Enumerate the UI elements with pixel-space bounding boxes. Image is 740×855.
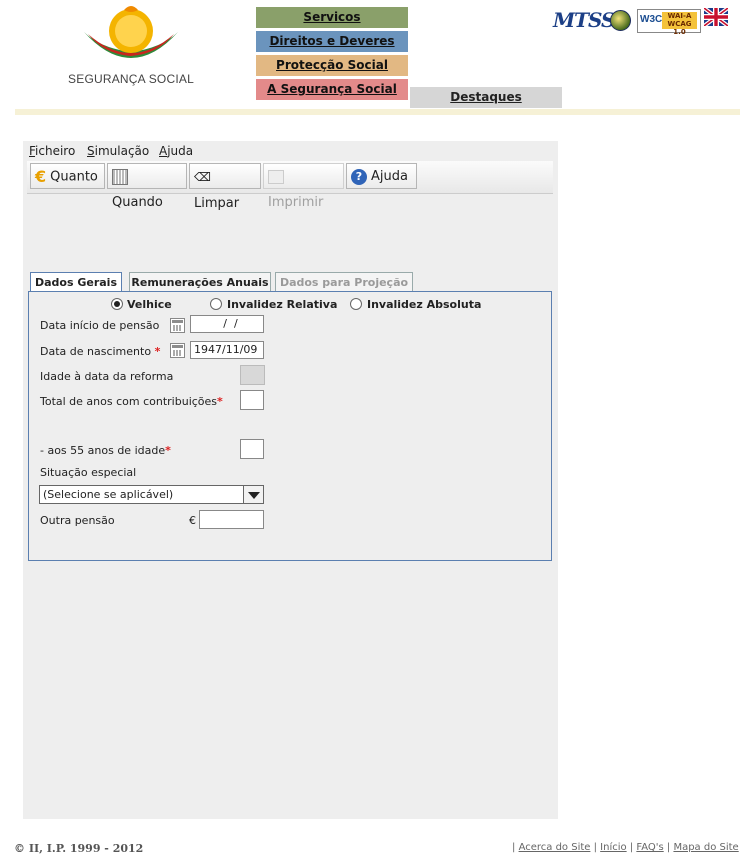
footer-link-faqs[interactable]: FAQ's	[636, 842, 663, 853]
seguranca-social-logo	[84, 6, 178, 58]
w3c-text: W3C	[640, 14, 663, 25]
footer-link-mapa[interactable]: Mapa do Site	[673, 842, 738, 853]
menu-bar: Ficheiro Simulação Ajuda	[23, 141, 558, 161]
idade-reforma-label: Idade à data da reforma	[40, 370, 174, 383]
nav-destaques[interactable]: Destaques	[410, 87, 562, 108]
situacao-especial-label: Situação especial	[40, 466, 137, 479]
tab-dados-projecao[interactable]: Dados para Projeção	[275, 272, 413, 291]
total-anos-label: Total de anos com contribuições*	[40, 395, 223, 408]
data-inicio-label: Data início de pensão	[40, 319, 160, 332]
radio-invalidez-absoluta-label: Invalidez Absoluta	[367, 298, 482, 311]
outra-pensao-label: Outra pensão	[40, 514, 115, 527]
situacao-especial-value: (Selecione se aplicável)	[43, 488, 174, 501]
globe-icon[interactable]	[610, 10, 631, 31]
data-nascimento-label: Data de nascimento *	[40, 345, 161, 358]
mtss-logo[interactable]: MTSS	[553, 8, 615, 32]
quanto-button[interactable]: € Quanto	[30, 163, 105, 189]
aos-55-label: - aos 55 anos de idade*	[40, 444, 171, 457]
footer-link-inicio[interactable]: Início	[600, 842, 626, 853]
nav-proteccao-social[interactable]: Protecção Social	[256, 55, 408, 76]
total-anos-input[interactable]	[240, 390, 264, 410]
footer-links: | Acerca do Site | Início | FAQ's | Mapa…	[512, 842, 739, 853]
quando-button[interactable]: Quando	[107, 163, 187, 210]
outra-pensao-input[interactable]	[199, 510, 264, 529]
radio-velhice[interactable]	[111, 298, 123, 310]
situacao-especial-select[interactable]: (Selecione se aplicável)	[39, 485, 264, 504]
w3c-wai-badge[interactable]: W3C WAI-A WCAG 1.0	[637, 9, 701, 36]
footer-link-acerca[interactable]: Acerca do Site	[519, 842, 591, 853]
nav-seguranca-social[interactable]: A Segurança Social	[256, 79, 408, 100]
euro-sign: €	[189, 514, 196, 527]
calendar-picker-icon[interactable]	[170, 343, 185, 358]
tab-dados-gerais[interactable]: Dados Gerais	[30, 272, 122, 293]
data-inicio-input[interactable]: / /	[190, 315, 264, 333]
ajuda-button[interactable]: ? Ajuda	[346, 163, 417, 189]
menu-simulacao[interactable]: Simulação	[87, 144, 149, 158]
radio-invalidez-relativa-label: Invalidez Relativa	[227, 298, 338, 311]
printer-icon	[268, 169, 284, 184]
data-nascimento-input[interactable]: 1947/11/09	[190, 341, 264, 359]
tab-remuneracoes-anuais[interactable]: Remunerações Anuais	[129, 272, 271, 291]
toolbar: € Quanto Quando ⌫Limpar Imprimir ? Ajuda	[27, 161, 553, 211]
header-divider	[15, 109, 740, 115]
nav-servicos[interactable]: Servicos	[256, 7, 408, 28]
wai-badge-text: WAI-A WCAG 1.0	[662, 12, 697, 36]
chevron-down-icon[interactable]	[243, 486, 263, 503]
menu-ajuda[interactable]: Ajuda	[159, 144, 193, 158]
imprimir-button[interactable]: Imprimir	[263, 163, 344, 210]
idade-reforma-field	[240, 365, 265, 385]
copyright: © II, I.P. 1999 - 2012	[14, 842, 144, 855]
limpar-button[interactable]: ⌫Limpar	[189, 163, 261, 211]
uk-flag-icon[interactable]	[704, 8, 728, 26]
euro-icon: €	[35, 167, 47, 186]
radio-invalidez-absoluta[interactable]	[350, 298, 362, 310]
nav-direitos-deveres[interactable]: Direitos e Deveres	[256, 31, 408, 52]
calendar-icon	[112, 168, 128, 185]
eraser-icon: ⌫	[194, 170, 211, 184]
radio-velhice-label: Velhice	[127, 298, 172, 311]
radio-invalidez-relativa[interactable]	[210, 298, 222, 310]
calendar-picker-icon[interactable]	[170, 318, 185, 333]
aos-55-input[interactable]	[240, 439, 264, 459]
logo-text: SEGURANÇA SOCIAL	[68, 72, 194, 86]
help-icon: ?	[351, 168, 367, 185]
menu-ficheiro[interactable]: Ficheiro	[29, 144, 75, 158]
